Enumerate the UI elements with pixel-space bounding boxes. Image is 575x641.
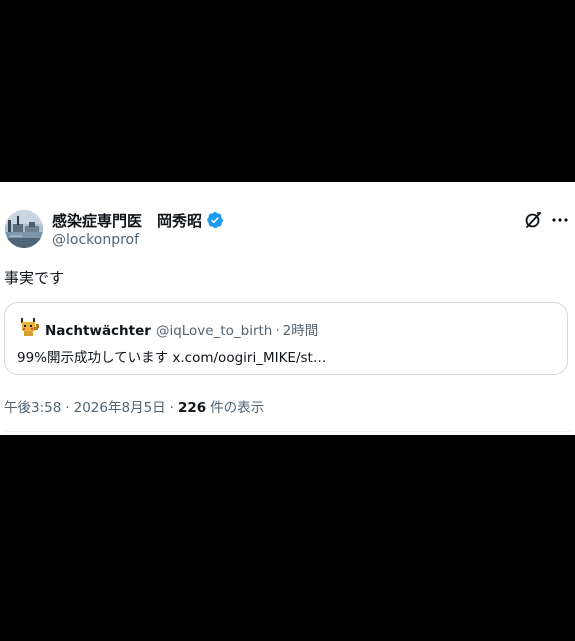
tweet-date[interactable]: 2026年8月5日 bbox=[74, 396, 166, 416]
grok-icon bbox=[525, 212, 542, 228]
quote-separator: · bbox=[275, 323, 280, 339]
verified-badge-icon bbox=[207, 211, 224, 229]
views-label[interactable]: 件の表示 bbox=[210, 396, 264, 416]
profile-photo-icon bbox=[5, 210, 43, 248]
tweet-card: 感染症専門医 岡秀昭 @lockonprof 事実です Nachtwächter… bbox=[0, 182, 575, 435]
meta-separator: · bbox=[65, 400, 70, 416]
quote-author-handle[interactable]: @iqLove_to_birth bbox=[156, 323, 272, 339]
quote-timestamp[interactable]: 2時間 bbox=[283, 319, 319, 339]
author-handle[interactable]: @lockonprof bbox=[52, 232, 139, 248]
divider bbox=[4, 431, 571, 432]
tweet-time[interactable]: 午後3:58 bbox=[4, 396, 61, 416]
meta-separator: · bbox=[169, 400, 174, 416]
author-name-row: 感染症専門医 岡秀昭 bbox=[52, 209, 224, 231]
author-avatar[interactable] bbox=[5, 210, 43, 248]
quoted-tweet[interactable]: Nachtwächter @iqLove_to_birth · 2時間 99%開… bbox=[4, 302, 568, 375]
grok-button[interactable] bbox=[523, 210, 543, 230]
quote-text: 99%開示成功しています x.com/oogiri_MIKE/st… bbox=[17, 350, 327, 366]
more-options-icon bbox=[552, 218, 568, 222]
author-display-name[interactable]: 感染症専門医 岡秀昭 bbox=[52, 210, 202, 231]
pixel-pikachu-icon bbox=[21, 318, 39, 336]
quote-author-name[interactable]: Nachtwächter bbox=[45, 323, 151, 339]
tweet-text: 事実です bbox=[4, 269, 65, 287]
tweet-meta: 午後3:58 · 2026年8月5日 · 226 件の表示 bbox=[4, 396, 264, 416]
views-count[interactable]: 226 bbox=[178, 400, 206, 416]
screenshot-page: 感染症専門医 岡秀昭 @lockonprof 事実です Nachtwächter… bbox=[0, 0, 575, 641]
more-options-button[interactable] bbox=[550, 210, 570, 230]
quote-header: Nachtwächter @iqLove_to_birth · 2時間 bbox=[45, 319, 318, 339]
